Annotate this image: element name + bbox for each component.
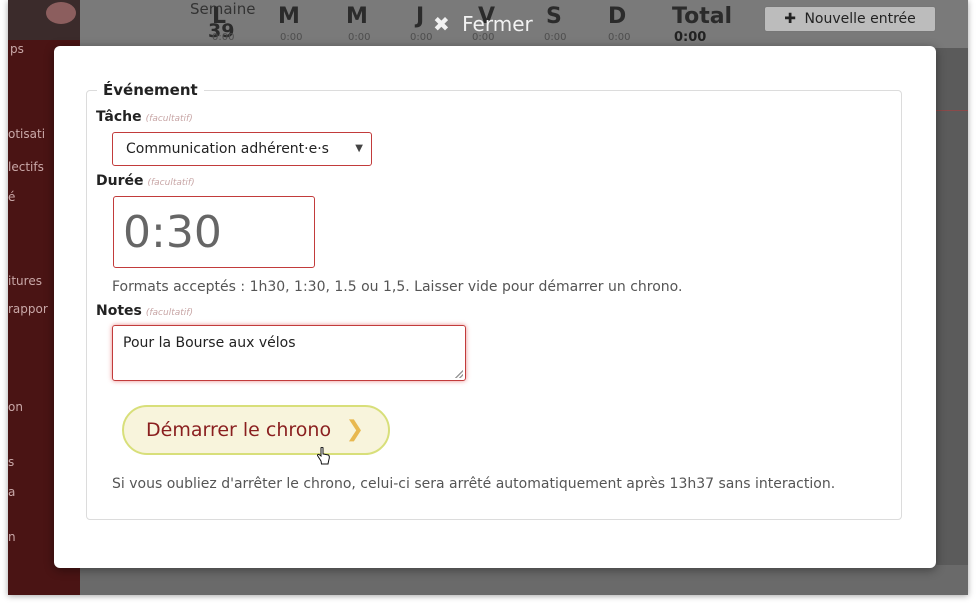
- app-logo: [46, 2, 76, 24]
- close-label: Fermer: [462, 12, 533, 36]
- optional-tag: (facultatif): [145, 114, 193, 124]
- day-value: 0:00: [544, 32, 567, 43]
- task-select[interactable]: Communication adhérent·e·s ▼: [112, 132, 372, 166]
- sidebar-fragment[interactable]: itures: [8, 274, 42, 288]
- sidebar-fragment[interactable]: on: [8, 400, 23, 414]
- day-value: 0:00: [348, 32, 371, 43]
- sidebar-fragment[interactable]: otisati: [8, 127, 45, 141]
- duration-label: Durée: [96, 173, 144, 189]
- duration-input[interactable]: 0:30: [113, 196, 315, 268]
- close-icon: ✖: [433, 12, 450, 36]
- day-letter: M: [278, 4, 300, 29]
- event-modal: Événement Tâche (facultatif) Communicatio…: [54, 46, 936, 568]
- notes-label: Notes: [96, 303, 142, 319]
- notes-textarea[interactable]: Pour la Bourse aux vélos: [112, 325, 466, 381]
- task-label: Tâche: [96, 109, 142, 125]
- resize-grip-icon[interactable]: [455, 370, 463, 378]
- sidebar-fragment[interactable]: rappor: [8, 302, 48, 316]
- sidebar-fragment[interactable]: ps: [10, 42, 24, 56]
- app-footer-area: [80, 565, 968, 595]
- hand-cursor-icon: [317, 447, 330, 465]
- day-letter: M: [346, 4, 368, 29]
- total-label: Total: [672, 4, 733, 29]
- optional-tag: (facultatif): [147, 178, 195, 188]
- sidebar-fragment[interactable]: a: [8, 485, 15, 499]
- new-entry-label: Nouvelle entrée: [804, 11, 916, 27]
- plus-icon: ✚: [784, 11, 796, 27]
- task-selected-value: Communication adhérent·e·s: [126, 141, 329, 157]
- duration-label-row: Durée (facultatif): [96, 173, 195, 189]
- notes-value: Pour la Bourse aux vélos: [123, 335, 296, 351]
- total-value: 0:00: [674, 30, 707, 45]
- task-label-row: Tâche (facultatif): [96, 109, 193, 125]
- notes-label-row: Notes (facultatif): [96, 303, 193, 319]
- chevron-right-icon: ❯: [345, 417, 364, 442]
- day-value: 0:00: [608, 32, 631, 43]
- fieldset-legend: Événement: [97, 81, 204, 99]
- start-timer-label: Démarrer le chrono: [146, 419, 332, 441]
- optional-tag: (facultatif): [145, 308, 193, 318]
- day-letter: L: [212, 4, 227, 29]
- start-timer-button[interactable]: Démarrer le chrono ❯: [122, 405, 390, 455]
- close-button[interactable]: ✖ Fermer: [433, 11, 533, 37]
- duration-help-text: Formats acceptés : 1h30, 1:30, 1.5 ou 1,…: [112, 279, 683, 295]
- day-letter: D: [608, 4, 627, 29]
- app-window: ps otisati lectifs é itures rappor on s …: [8, 0, 968, 595]
- sidebar-fragment[interactable]: lectifs: [8, 160, 44, 174]
- day-value: 0:00: [280, 32, 303, 43]
- chevron-down-icon: ▼: [355, 143, 363, 154]
- sidebar-fragment[interactable]: n: [8, 530, 16, 544]
- auto-stop-note: Si vous oubliez d'arrêter le chrono, cel…: [112, 476, 836, 492]
- day-letter: S: [546, 4, 562, 29]
- day-value: 0:00: [410, 32, 433, 43]
- day-value: 0:00: [212, 32, 235, 43]
- sidebar-fragment[interactable]: s: [8, 455, 14, 469]
- sidebar-fragment[interactable]: é: [8, 190, 15, 204]
- new-entry-button[interactable]: ✚ Nouvelle entrée: [764, 6, 936, 32]
- day-letter: J: [416, 4, 425, 29]
